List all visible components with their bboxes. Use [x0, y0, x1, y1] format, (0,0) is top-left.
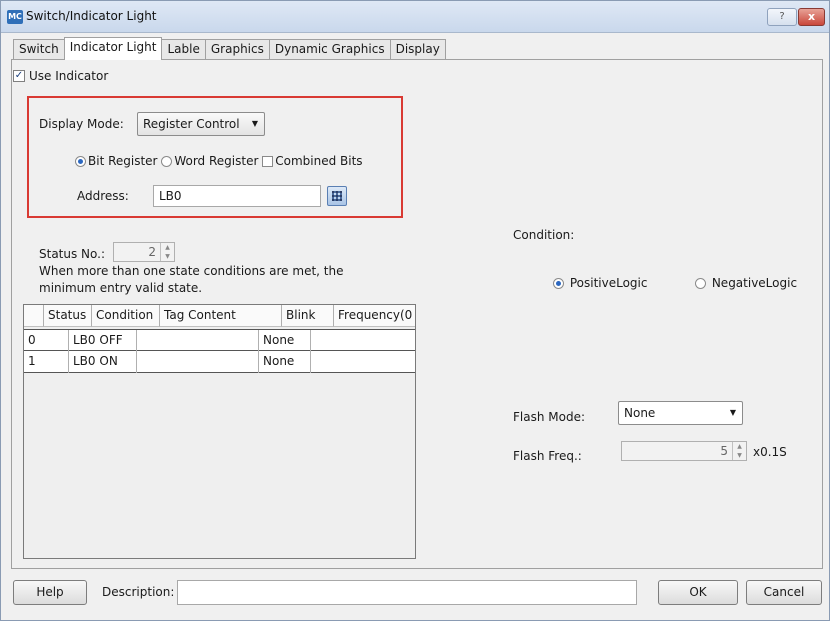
- cell-frequency: [311, 330, 415, 352]
- use-indicator-row[interactable]: ✓ Use Indicator: [13, 69, 108, 83]
- cancel-button[interactable]: Cancel: [746, 580, 822, 605]
- tab-dynamic-graphics[interactable]: Dynamic Graphics: [268, 39, 391, 60]
- bit-register-radio[interactable]: [75, 156, 86, 167]
- table-corner: [24, 305, 44, 327]
- tab-indicator-light[interactable]: Indicator Light: [63, 37, 163, 60]
- status-table: Status Condition Tag Content Blink Frequ…: [23, 304, 416, 559]
- combined-bits-checkbox[interactable]: [262, 156, 274, 167]
- status-no-spinner[interactable]: 2 ▲ ▼: [113, 242, 175, 262]
- display-mode-value: Register Control: [143, 117, 240, 131]
- cell-tag-content: [137, 351, 259, 373]
- positive-logic-option[interactable]: PositiveLogic: [553, 276, 647, 290]
- column-header-frequency[interactable]: Frequency(0: [334, 305, 415, 327]
- cell-status: 0: [24, 330, 69, 352]
- combined-bits-label: Combined Bits: [275, 154, 363, 168]
- positive-logic-label: PositiveLogic: [569, 276, 648, 290]
- negative-logic-option[interactable]: NegativeLogic: [695, 276, 797, 290]
- cell-condition: LB0 OFF: [69, 330, 137, 352]
- cell-blink: None: [259, 351, 311, 373]
- spinner-arrows-icon[interactable]: ▲ ▼: [160, 243, 174, 261]
- spinner-arrows-icon[interactable]: ▲ ▼: [732, 442, 746, 460]
- tab-switch[interactable]: Switch: [13, 39, 65, 60]
- negative-logic-label: NegativeLogic: [711, 276, 798, 290]
- use-indicator-checkbox[interactable]: ✓: [13, 70, 25, 82]
- register-picker-icon[interactable]: [327, 186, 347, 206]
- tab-graphics[interactable]: Graphics: [204, 39, 270, 60]
- flash-freq-value: 5: [720, 444, 728, 458]
- close-icon[interactable]: x: [798, 8, 825, 26]
- display-mode-select[interactable]: Register Control ▼: [137, 112, 265, 136]
- table-row[interactable]: 0 LB0 OFF None: [24, 329, 415, 352]
- flash-mode-value: None: [624, 406, 656, 420]
- word-register-label: Word Register: [174, 154, 259, 168]
- cell-condition: LB0 ON: [69, 351, 137, 373]
- tab-lable[interactable]: Lable: [161, 39, 206, 60]
- word-register-radio[interactable]: [161, 156, 173, 167]
- note-line-1: When more than one state conditions are …: [39, 264, 344, 278]
- tab-strip: Switch Indicator Light Lable Graphics Dy…: [13, 37, 446, 60]
- note-line-2: minimum entry valid state.: [39, 281, 203, 295]
- negative-logic-radio[interactable]: [695, 278, 706, 289]
- help-icon[interactable]: ?: [767, 8, 797, 26]
- register-type-group: Bit Register Word Register Combined Bits: [75, 154, 363, 168]
- table-row[interactable]: 1 LB0 ON None: [24, 351, 415, 373]
- column-header-status[interactable]: Status: [44, 305, 92, 327]
- cell-tag-content: [137, 330, 259, 352]
- cell-frequency: [311, 351, 415, 373]
- address-label: Address:: [77, 189, 129, 203]
- status-no-label: Status No.:: [39, 247, 106, 261]
- window-title: Switch/Indicator Light: [26, 9, 157, 23]
- table-header: Status Condition Tag Content Blink Frequ…: [24, 305, 415, 327]
- address-input[interactable]: LB0: [153, 185, 321, 207]
- column-header-tag-content[interactable]: Tag Content: [160, 305, 282, 327]
- flash-freq-spinner[interactable]: 5 ▲ ▼: [621, 441, 747, 461]
- flash-mode-select[interactable]: None ▼: [618, 401, 743, 425]
- description-label: Description:: [102, 585, 175, 599]
- display-mode-label: Display Mode:: [39, 117, 124, 131]
- chevron-down-icon: ▼: [729, 408, 736, 417]
- cell-status: 1: [24, 351, 69, 373]
- bit-register-label: Bit Register: [88, 154, 158, 168]
- tab-display[interactable]: Display: [389, 39, 446, 60]
- status-no-value: 2: [148, 245, 156, 259]
- flash-freq-unit: x0.1S: [753, 445, 787, 459]
- condition-label: Condition:: [513, 228, 575, 242]
- chevron-down-icon: ▼: [251, 119, 258, 128]
- use-indicator-label: Use Indicator: [29, 69, 109, 83]
- positive-logic-radio[interactable]: [553, 278, 564, 289]
- ok-button[interactable]: OK: [658, 580, 738, 605]
- help-button[interactable]: Help: [13, 580, 87, 605]
- column-header-condition[interactable]: Condition: [92, 305, 160, 327]
- column-header-blink[interactable]: Blink: [282, 305, 334, 327]
- description-input[interactable]: [177, 580, 637, 605]
- flash-freq-label: Flash Freq.:: [513, 449, 582, 463]
- dialog-window: MC Switch/Indicator Light ? x Switch Ind…: [0, 0, 830, 621]
- cell-blink: None: [259, 330, 311, 352]
- flash-mode-label: Flash Mode:: [513, 410, 585, 424]
- title-bar: MC Switch/Indicator Light ? x: [1, 1, 829, 33]
- app-logo-icon: MC: [7, 10, 23, 24]
